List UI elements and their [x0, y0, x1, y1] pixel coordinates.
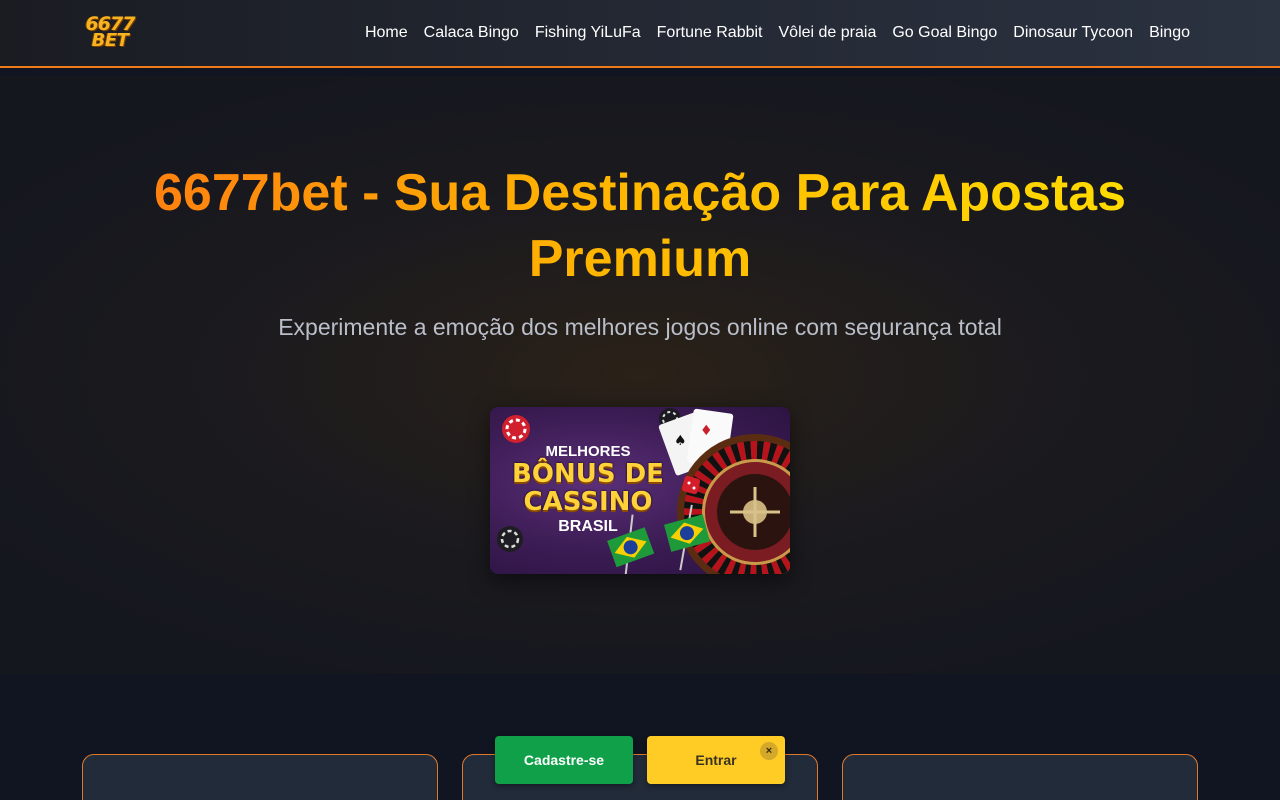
logo-line-2: BET: [91, 30, 129, 52]
banner-line-2b: CASSINO: [523, 487, 653, 517]
svg-text:♠: ♠: [674, 433, 687, 449]
banner-line-3: BRASIL: [558, 518, 618, 535]
nav-link-go-goal-bingo[interactable]: Go Goal Bingo: [884, 24, 1005, 42]
site-header: 6677 BET Home Calaca Bingo Fishing YiLuF…: [0, 0, 1280, 68]
feature-card: [82, 754, 438, 800]
close-icon[interactable]: ×: [760, 742, 778, 760]
site-logo[interactable]: 6677 BET: [82, 12, 138, 54]
register-button[interactable]: Cadastre-se: [495, 736, 633, 784]
main-nav: Home Calaca Bingo Fishing YiLuFa Fortune…: [357, 0, 1198, 66]
banner-line-2a: BÔNUS DE: [512, 459, 664, 489]
nav-link-volei-de-praia[interactable]: Vôlei de praia: [771, 24, 885, 42]
banner-headline: MELHORES BÔNUS DE CASSINO BRASIL: [508, 443, 668, 536]
svg-text:♦: ♦: [700, 423, 713, 439]
hero-subtitle: Experimente a emoção dos melhores jogos …: [278, 314, 1002, 340]
casino-bonus-banner[interactable]: ♦ ♠ MELHORES BÔNUS DE CASSINO BRASIL: [490, 407, 790, 574]
banner-line-1: MELHORES: [545, 443, 631, 460]
hero-title: 6677bet - Sua Destinação Para Apostas Pr…: [90, 160, 1190, 292]
nav-link-fortune-rabbit[interactable]: Fortune Rabbit: [649, 24, 771, 42]
nav-link-dinosaur-tycoon[interactable]: Dinosaur Tycoon: [1005, 24, 1141, 42]
feature-card: [842, 754, 1198, 800]
nav-link-calaca-bingo[interactable]: Calaca Bingo: [416, 24, 527, 42]
hero-section: 6677bet - Sua Destinação Para Apostas Pr…: [0, 76, 1280, 674]
nav-link-home[interactable]: Home: [357, 24, 416, 42]
poker-chip-icon: [502, 415, 530, 443]
nav-link-fishing-yilufa[interactable]: Fishing YiLuFa: [527, 24, 649, 42]
nav-link-bingo[interactable]: Bingo: [1141, 24, 1198, 42]
